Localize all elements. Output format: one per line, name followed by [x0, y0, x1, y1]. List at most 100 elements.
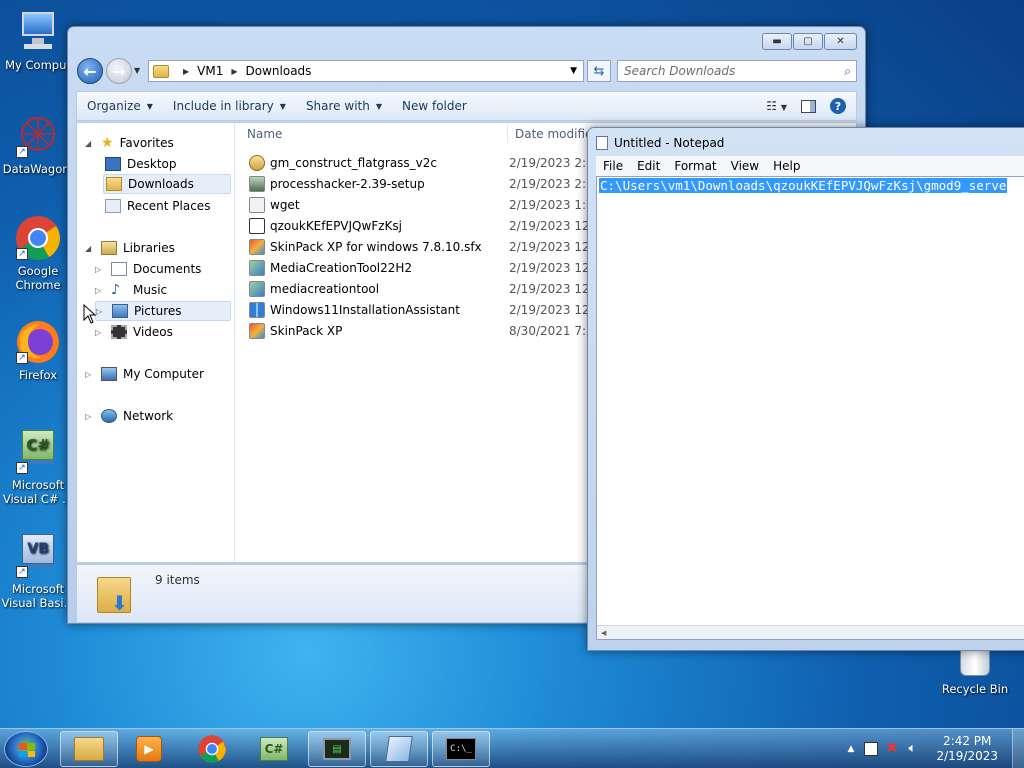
taskbar-chrome-button[interactable]: [183, 731, 241, 767]
search-icon[interactable]: ⌕: [844, 64, 851, 79]
taskbar-cmd-button[interactable]: C:\_: [432, 731, 490, 767]
minimize-button[interactable]: ▬: [762, 33, 792, 50]
maximize-button[interactable]: ▢: [793, 33, 823, 50]
clock[interactable]: 2:42 PM 2/19/2023: [936, 734, 998, 764]
menu-view[interactable]: View: [724, 159, 766, 173]
notepad-text-area[interactable]: C:\Users\vm1\Downloads\qzoukKEfEPVJQwFzK…: [596, 176, 1024, 640]
nav-my-computer[interactable]: ▷ My Computer: [85, 364, 204, 384]
notepad-title-bar[interactable]: Untitled - Notepad: [596, 136, 724, 150]
chevron-right-icon[interactable]: ▶: [231, 67, 237, 76]
desktop-icon-label: My Comput: [5, 58, 71, 72]
file-row[interactable]: qzoukKEfEPVJQwFzKsj 2/19/2023 12:4: [249, 216, 601, 236]
chevron-right-icon[interactable]: ▶: [183, 67, 189, 76]
nav-desktop[interactable]: Desktop: [105, 154, 177, 174]
share-with-button[interactable]: Share with ▼: [296, 99, 392, 113]
file-row[interactable]: MediaCreationTool22H2 2/19/2023 12:2: [249, 258, 601, 278]
organize-button[interactable]: Organize ▼: [77, 99, 163, 113]
expand-icon[interactable]: ▷: [95, 286, 105, 295]
volume-icon[interactable]: 🔈︎: [908, 742, 922, 756]
taskbar-notepad-button[interactable]: [370, 731, 428, 767]
folder-icon: [153, 64, 169, 78]
desktop-icon-datawagon[interactable]: ↗ DataWagon.: [0, 112, 76, 176]
nav-recent-places[interactable]: Recent Places: [105, 196, 210, 216]
archive-icon: [249, 155, 265, 171]
file-name: processhacker-2.39-setup: [270, 177, 425, 191]
nav-favorites[interactable]: ◢ ★ Favorites: [85, 133, 174, 153]
new-folder-button[interactable]: New folder: [392, 99, 477, 113]
view-options-button[interactable]: ☷ ▼: [766, 99, 787, 113]
nav-music[interactable]: ▷ ♪ Music: [95, 280, 167, 300]
network-warning-icon[interactable]: ✖: [886, 742, 900, 756]
address-bar[interactable]: ▶ VM1 ▶ Downloads ▼: [148, 60, 584, 82]
breadcrumb-vm1[interactable]: VM1: [197, 64, 223, 78]
nav-pictures[interactable]: ▷ Pictures: [95, 301, 231, 321]
refresh-button[interactable]: ⇆: [587, 60, 611, 82]
expand-icon[interactable]: ▷: [95, 265, 105, 274]
taskbar: ▶ C# ▤ C:\_ ▲ ✖ 🔈︎ 2:42 PM 2/19/2023: [0, 728, 1024, 768]
expand-icon[interactable]: ▷: [96, 307, 106, 316]
selected-text[interactable]: C:\Users\vm1\Downloads\qzoukKEfEPVJQwFzK…: [599, 178, 1008, 193]
taskbar-visual-csharp-button[interactable]: C#: [245, 731, 303, 767]
notepad-icon: [596, 136, 608, 150]
menu-file[interactable]: File: [596, 159, 630, 173]
desktop-icon-visual-csharp[interactable]: C# ↗ Microsoft Visual C# ...: [0, 428, 76, 506]
nav-network[interactable]: ▷ Network: [85, 406, 173, 426]
file-row[interactable]: wget 2/19/2023 1:54: [249, 195, 601, 215]
recent-pages-dropdown[interactable]: ▼: [134, 66, 140, 75]
breadcrumb-downloads[interactable]: Downloads: [246, 64, 312, 78]
expand-icon[interactable]: ▷: [85, 412, 95, 421]
desktop-icon-my-computer[interactable]: My Comput: [0, 8, 76, 72]
nav-documents[interactable]: ▷ Documents: [95, 259, 201, 279]
refresh-icon: ⇆: [593, 63, 605, 79]
file-name: SkinPack XP: [270, 324, 343, 338]
start-button[interactable]: [4, 731, 48, 767]
clock-time: 2:42 PM: [943, 734, 992, 748]
desktop-icon-recycle-bin[interactable]: Recycle Bin: [938, 648, 1012, 696]
action-center-icon[interactable]: [864, 742, 879, 756]
show-desktop-button[interactable]: [1012, 729, 1024, 768]
help-icon[interactable]: ?: [830, 98, 846, 114]
expand-icon[interactable]: ◢: [85, 244, 95, 253]
expand-icon[interactable]: ▷: [85, 370, 95, 379]
scroll-left-icon[interactable]: ◀: [601, 629, 606, 637]
file-row[interactable]: SkinPack XP 8/30/2021 7:20: [249, 321, 601, 341]
menu-edit[interactable]: Edit: [630, 159, 667, 173]
maximize-icon: ▢: [803, 36, 813, 47]
preview-pane-button[interactable]: [801, 99, 816, 113]
desktop-icon-firefox[interactable]: ↗ Firefox: [0, 318, 76, 382]
show-hidden-icons-button[interactable]: ▲: [848, 744, 855, 754]
menu-format[interactable]: Format: [667, 159, 723, 173]
include-in-library-button[interactable]: Include in library ▼: [163, 99, 296, 113]
desktop-icon-visual-basic[interactable]: VB ↗ Microsoft Visual Basi...: [0, 532, 76, 610]
nav-downloads[interactable]: Downloads: [103, 174, 231, 194]
file-row[interactable]: gm_construct_flatgrass_v2c 2/19/2023 2:13: [249, 153, 601, 173]
chevron-down-icon[interactable]: ▼: [570, 66, 577, 76]
taskbar-media-player-button[interactable]: ▶: [120, 731, 178, 767]
expand-icon[interactable]: ▷: [95, 328, 105, 337]
file-row[interactable]: mediacreationtool 2/19/2023 12:2: [249, 279, 601, 299]
horizontal-scrollbar[interactable]: ◀: [597, 625, 1024, 639]
search-input[interactable]: Search Downloads ⌕: [617, 60, 857, 82]
nav-libraries[interactable]: ◢ Libraries: [85, 238, 175, 258]
desktop-icon-label: Microsoft Visual Basi...: [1, 582, 75, 610]
system-tray: ▲ ✖ 🔈︎ 2:42 PM 2/19/2023: [848, 729, 1024, 768]
back-button[interactable]: ←: [77, 58, 103, 84]
navigation-pane: ◢ ★ Favorites Desktop Downloads Recent P…: [77, 123, 235, 562]
file-name: Windows11InstallationAssistant: [270, 303, 460, 317]
file-row[interactable]: SkinPack XP for windows 7.8.10.sfx 2/19/2…: [249, 237, 601, 257]
column-name[interactable]: Name: [247, 127, 282, 141]
nav-videos[interactable]: ▷ Videos: [95, 322, 173, 342]
taskbar-explorer-button[interactable]: [60, 731, 118, 767]
file-row[interactable]: Windows11InstallationAssistant 2/19/2023 …: [249, 300, 601, 320]
expand-icon[interactable]: ◢: [85, 139, 95, 148]
desktop-icon-google-chrome[interactable]: ↗ Google Chrome: [0, 214, 76, 292]
notepad-window[interactable]: Untitled - Notepad File Edit Format View…: [587, 127, 1024, 651]
menu-help[interactable]: Help: [766, 159, 807, 173]
setup-icon: [249, 281, 265, 297]
downloads-folder-icon: [106, 177, 122, 191]
close-button[interactable]: ✕: [824, 33, 857, 50]
forward-button[interactable]: →: [106, 58, 132, 84]
taskbar-process-hacker-button[interactable]: ▤: [308, 731, 366, 767]
nav-documents-label: Documents: [133, 262, 202, 276]
file-row[interactable]: processhacker-2.39-setup 2/19/2023 2:12: [249, 174, 601, 194]
